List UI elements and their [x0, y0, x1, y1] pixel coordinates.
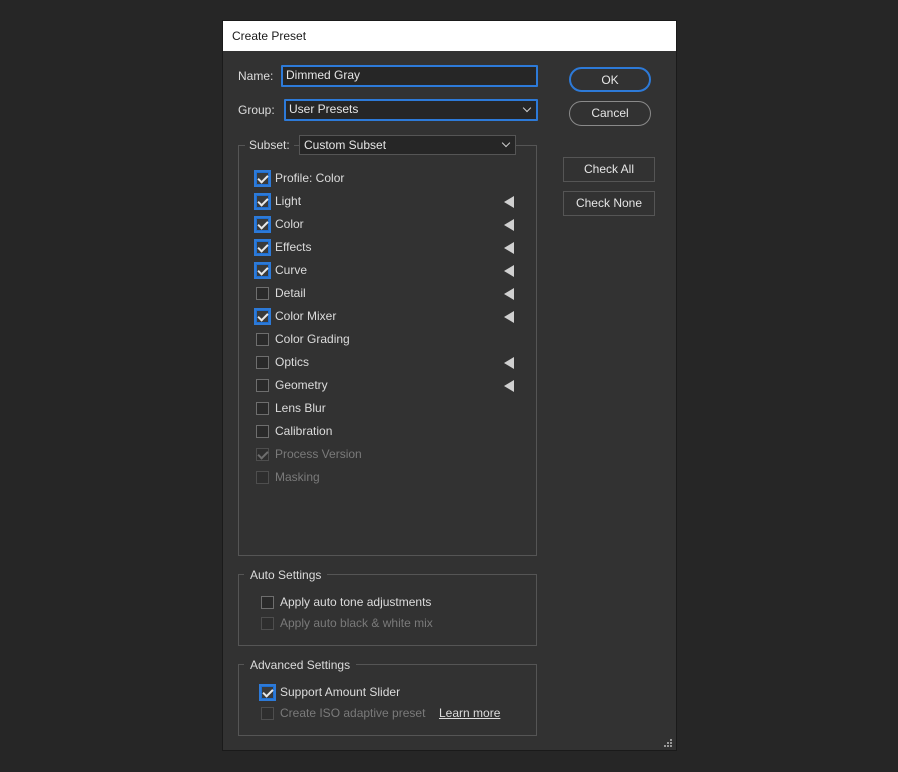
- auto-settings-title: Auto Settings: [244, 568, 328, 582]
- amount-slider-label: Support Amount Slider: [280, 685, 401, 699]
- cancel-button[interactable]: Cancel: [569, 101, 651, 126]
- subset-item-label: Masking: [275, 470, 320, 484]
- chevron-down-icon: [501, 138, 511, 148]
- create-preset-dialog: Create Preset Name: Dimmed Gray Group: U…: [222, 20, 677, 751]
- expand-triangle-icon[interactable]: [504, 242, 514, 254]
- subset-item-checkbox[interactable]: [256, 287, 269, 300]
- expand-triangle-icon[interactable]: [504, 311, 514, 323]
- subset-item-checkbox: [256, 448, 269, 461]
- check-none-button[interactable]: Check None: [563, 191, 655, 216]
- subset-item-checkbox[interactable]: [254, 216, 271, 233]
- group-select[interactable]: User Presets: [284, 99, 538, 121]
- advanced-settings-group: [238, 664, 537, 736]
- auto-bw-label: Apply auto black & white mix: [280, 616, 433, 630]
- subset-item-label: Color Grading: [275, 332, 350, 346]
- subset-item-label: Detail: [275, 286, 306, 300]
- subset-item-checkbox[interactable]: [256, 333, 269, 346]
- subset-item-checkbox[interactable]: [256, 379, 269, 392]
- subset-label: Subset:: [245, 138, 294, 152]
- subset-item-label: Effects: [275, 240, 312, 254]
- subset-item-checkbox[interactable]: [254, 262, 271, 279]
- resize-grip-icon[interactable]: [663, 738, 673, 748]
- expand-triangle-icon[interactable]: [504, 288, 514, 300]
- chevron-down-icon: [522, 103, 532, 113]
- subset-item-label: Curve: [275, 263, 308, 277]
- subset-item-label: Calibration: [275, 424, 333, 438]
- subset-select[interactable]: Custom Subset: [299, 135, 516, 155]
- amount-slider-checkbox[interactable]: [259, 684, 276, 701]
- subset-item-checkbox[interactable]: [256, 356, 269, 369]
- subset-item-checkbox[interactable]: [254, 239, 271, 256]
- subset-item-label: Color: [275, 217, 304, 231]
- name-label: Name:: [238, 69, 274, 83]
- iso-adaptive-label: Create ISO adaptive preset: [280, 706, 426, 720]
- name-input[interactable]: Dimmed Gray: [281, 65, 538, 87]
- iso-adaptive-checkbox: [261, 707, 274, 720]
- subset-item-checkbox: [256, 471, 269, 484]
- expand-triangle-icon[interactable]: [504, 380, 514, 392]
- subset-item-label: Light: [275, 194, 302, 208]
- auto-tone-checkbox[interactable]: [261, 596, 274, 609]
- expand-triangle-icon[interactable]: [504, 265, 514, 277]
- subset-item-checkbox[interactable]: [254, 308, 271, 325]
- check-all-button[interactable]: Check All: [563, 157, 655, 182]
- subset-item-checkbox[interactable]: [256, 425, 269, 438]
- learn-more-link[interactable]: Learn more: [439, 706, 500, 720]
- subset-select-value: Custom Subset: [304, 138, 387, 152]
- dialog-title: Create Preset: [223, 21, 676, 51]
- ok-button[interactable]: OK: [569, 67, 651, 92]
- subset-item-checkbox[interactable]: [254, 193, 271, 210]
- auto-bw-checkbox: [261, 617, 274, 630]
- advanced-settings-title: Advanced Settings: [244, 658, 357, 672]
- group-select-value: User Presets: [289, 102, 359, 116]
- subset-item-label: Color Mixer: [275, 309, 337, 323]
- subset-item-label: Lens Blur: [275, 401, 326, 415]
- subset-item-checkbox[interactable]: [256, 402, 269, 415]
- subset-item-label: Process Version: [275, 447, 362, 461]
- expand-triangle-icon[interactable]: [504, 357, 514, 369]
- auto-settings-group: [238, 574, 537, 646]
- subset-item-label: Profile: Color: [275, 171, 345, 185]
- expand-triangle-icon[interactable]: [504, 219, 514, 231]
- subset-item-label: Geometry: [275, 378, 328, 392]
- auto-tone-label: Apply auto tone adjustments: [280, 595, 432, 609]
- expand-triangle-icon[interactable]: [504, 196, 514, 208]
- subset-item-checkbox[interactable]: [254, 170, 271, 187]
- subset-item-label: Optics: [275, 355, 310, 369]
- group-label: Group:: [238, 103, 275, 117]
